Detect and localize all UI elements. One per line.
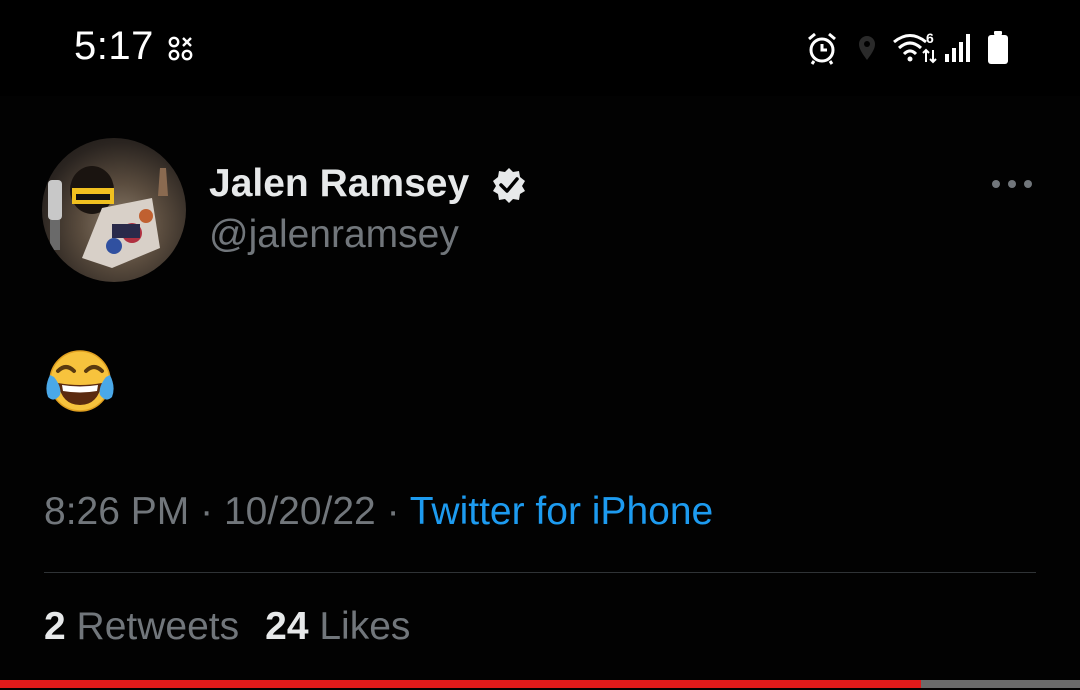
- retweets-stat[interactable]: 2 Retweets: [44, 605, 239, 648]
- status-time: 5:17: [74, 24, 154, 68]
- meta-separator: ·: [386, 490, 400, 533]
- divider: [44, 572, 1036, 573]
- display-name[interactable]: Jalen Ramsey: [209, 162, 469, 206]
- app-notification-icon: [168, 36, 193, 61]
- meta-separator: ·: [200, 490, 214, 533]
- status-bar: 5:17 6: [0, 0, 1080, 96]
- video-progress-bar[interactable]: [0, 680, 1080, 688]
- tweet-time[interactable]: 8:26 PM: [44, 490, 189, 533]
- tweet-meta: 8:26 PM · 10/20/22 · Twitter for iPhone: [44, 490, 713, 534]
- user-handle[interactable]: @jalenramsey: [209, 213, 459, 257]
- tweet-stats: 2 Retweets 24 Likes: [44, 605, 410, 649]
- tweet-date[interactable]: 10/20/22: [224, 490, 376, 533]
- battery-icon: [988, 31, 1008, 64]
- wifi-6-icon: 6: [893, 30, 937, 64]
- more-options-icon[interactable]: [990, 176, 1034, 192]
- avatar-photo: [48, 166, 168, 268]
- tweet-source-link[interactable]: Twitter for iPhone: [410, 490, 713, 533]
- tweet-text-emoji: [46, 350, 114, 412]
- alarm-icon: [808, 32, 836, 65]
- retweets-label: Retweets: [76, 605, 240, 648]
- likes-count: 24: [265, 605, 309, 648]
- avatar[interactable]: [42, 138, 186, 282]
- verified-badge-icon: [493, 168, 525, 203]
- likes-label: Likes: [319, 605, 411, 648]
- likes-stat[interactable]: 24 Likes: [265, 605, 410, 648]
- video-progress-fill: [0, 680, 922, 688]
- signal-icon: [945, 34, 970, 62]
- location-icon: [859, 36, 875, 60]
- svg-text:6: 6: [926, 30, 934, 46]
- retweets-count: 2: [44, 605, 66, 648]
